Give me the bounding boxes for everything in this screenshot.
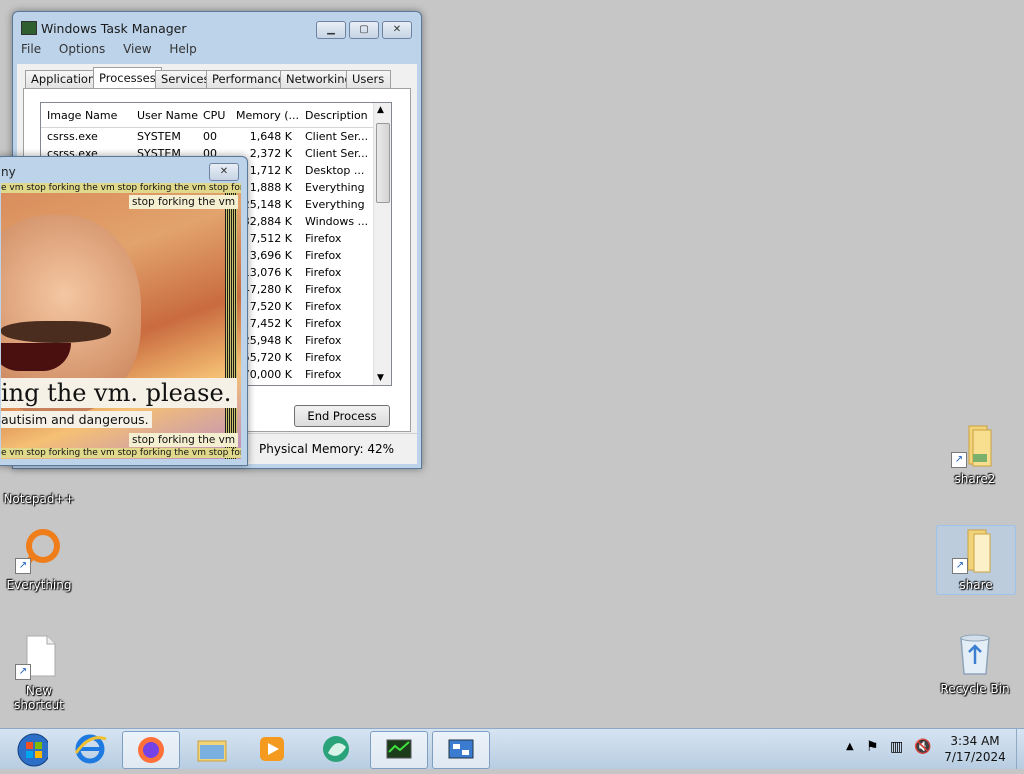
- action-center-flag-icon[interactable]: ⚑: [866, 739, 879, 755]
- column-cpu[interactable]: CPU: [203, 109, 231, 122]
- column-description[interactable]: Description: [305, 109, 371, 122]
- table-row[interactable]: csrss.exe SYSTEM 00 1,648 K Client Ser...: [41, 128, 374, 145]
- menu-file[interactable]: File: [21, 42, 41, 56]
- tab-networking[interactable]: Networking: [280, 70, 352, 89]
- desktop-icon-everything[interactable]: ↗ Everything: [0, 526, 78, 592]
- desktop-icon-label: New shortcut: [14, 684, 64, 712]
- cell-desc: Firefox: [305, 283, 342, 296]
- folder-icon: ↗: [951, 420, 999, 468]
- desktop-icon-label: Everything: [6, 578, 72, 592]
- desktop-icon-label: share: [959, 578, 993, 592]
- task-manager-app-icon: [21, 21, 37, 35]
- network-tray-icon[interactable]: ▥: [890, 739, 903, 755]
- desktop-icon-recycle-bin[interactable]: Recycle Bin: [936, 630, 1014, 696]
- shortcut-arrow-icon: ↗: [952, 558, 968, 574]
- tab-processes[interactable]: Processes: [93, 67, 162, 89]
- cell-desc: Firefox: [305, 317, 342, 330]
- scroll-down-arrow-icon[interactable]: ▼: [377, 373, 384, 383]
- tab-users[interactable]: Users: [346, 70, 391, 89]
- blank-file-icon: ↗: [15, 632, 63, 680]
- cell-desc: Firefox: [305, 334, 342, 347]
- desktop-icon-share2[interactable]: ↗ share2: [936, 420, 1014, 486]
- show-desktop-button[interactable]: [1016, 729, 1024, 769]
- desktop-icon-new-shortcut[interactable]: ↗ New shortcut: [0, 632, 78, 712]
- meme-popup-window[interactable]: ny ✕ e vm stop forking the vm stop forki…: [0, 156, 248, 466]
- sub-caption: autisim and dangerous.: [1, 411, 152, 428]
- menu-options[interactable]: Options: [59, 42, 105, 56]
- show-hidden-icons-chevron-icon[interactable]: ▲: [846, 741, 854, 752]
- shortcut-arrow-icon: ↗: [951, 452, 967, 468]
- recycle-bin-icon: [951, 630, 999, 678]
- cell-desc: Desktop ...: [305, 164, 365, 177]
- status-physical-memory: Physical Memory: 42%: [259, 442, 395, 456]
- folder-icon: ↗: [952, 526, 1000, 574]
- popup-close-button[interactable]: ✕: [209, 163, 239, 181]
- firefox-icon[interactable]: [122, 731, 180, 769]
- mustache: [1, 321, 111, 343]
- big-caption: ing the vm. please.: [1, 378, 238, 408]
- desktop-icon-label: Notepad++: [3, 492, 75, 506]
- cell-desc: Firefox: [305, 300, 342, 313]
- start-button[interactable]: [0, 731, 56, 767]
- tab-services[interactable]: Services: [155, 70, 210, 89]
- cell-name: csrss.exe: [47, 130, 98, 143]
- desktop-icon-label: Recycle Bin: [940, 682, 1010, 696]
- menu-view[interactable]: View: [123, 42, 151, 56]
- meme-image: e vm stop forking the vm stop forking th…: [1, 183, 241, 459]
- cell-desc: Firefox: [305, 249, 342, 262]
- minimize-button[interactable]: ▁: [316, 21, 346, 39]
- shortcut-arrow-icon: ↗: [15, 558, 31, 574]
- cell-user: SYSTEM: [137, 130, 181, 143]
- cell-desc: Firefox: [305, 351, 342, 364]
- ticker-top: e vm stop forking the vm stop forking th…: [1, 183, 241, 193]
- windows-orb-icon: [17, 733, 51, 767]
- shortcut-arrow-icon: ↗: [15, 664, 31, 680]
- cell-mem: 1,648 K: [249, 130, 292, 143]
- column-image-name[interactable]: Image Name: [47, 109, 133, 122]
- stripe-border: [231, 183, 237, 459]
- cell-cpu: 00: [203, 130, 217, 143]
- caption-top: stop forking the vm: [129, 195, 239, 209]
- ticker-bottom: e vm stop forking the vm stop forking th…: [1, 448, 241, 458]
- taskmgr-icon[interactable]: [370, 731, 428, 769]
- clock[interactable]: 3:34 AM 7/17/2024: [940, 733, 1010, 765]
- menu-bar: File Options View Help: [21, 42, 211, 60]
- explorer-icon[interactable]: [184, 731, 240, 767]
- desktop-icon-label: share2: [954, 472, 996, 486]
- caption-bottom: stop forking the vm: [129, 433, 239, 447]
- network-icon[interactable]: [432, 731, 490, 769]
- taskbar: ▲ ⚑ ▥ 🔇 3:34 AM 7/17/2024: [0, 728, 1024, 769]
- clock-time: 3:34 AM: [950, 734, 1000, 748]
- column-memory[interactable]: Memory (...: [236, 109, 300, 122]
- desktop-icon-share[interactable]: ↗ share: [936, 525, 1016, 595]
- ie-icon[interactable]: [62, 731, 118, 767]
- maximize-button[interactable]: ▢: [349, 21, 379, 39]
- vertical-scrollbar[interactable]: ▲ ▼: [373, 103, 391, 385]
- window-title: Windows Task Manager: [41, 21, 187, 36]
- cell-desc: Firefox: [305, 232, 342, 245]
- cell-desc: Firefox: [305, 368, 342, 381]
- volume-muted-icon[interactable]: 🔇: [914, 739, 931, 755]
- app-icon[interactable]: [308, 731, 364, 767]
- cell-desc: Windows ...: [305, 215, 369, 228]
- close-button[interactable]: ✕: [382, 21, 412, 39]
- cell-desc: Client Ser...: [305, 147, 369, 160]
- cell-desc: Everything: [305, 198, 365, 211]
- list-header: Image Name User Name CPU Memory (... Des…: [41, 103, 374, 128]
- cell-desc: Everything: [305, 181, 365, 194]
- media-player-icon[interactable]: [244, 731, 300, 767]
- title-bar[interactable]: Windows Task Manager ▁ ▢ ✕: [13, 12, 421, 40]
- scroll-up-arrow-icon[interactable]: ▲: [377, 105, 384, 115]
- tab-performance[interactable]: Performance: [206, 70, 285, 89]
- tab-applications[interactable]: Applications: [25, 70, 101, 89]
- menu-help[interactable]: Help: [169, 42, 196, 56]
- end-process-button[interactable]: End Process: [294, 405, 390, 427]
- scroll-thumb[interactable]: [376, 123, 390, 203]
- popup-title: ny: [1, 165, 16, 179]
- everything-icon: ↗: [15, 526, 63, 574]
- column-user-name[interactable]: User Name: [137, 109, 201, 122]
- clock-date: 7/17/2024: [944, 750, 1006, 764]
- cell-desc: Firefox: [305, 266, 342, 279]
- cell-desc: Client Ser...: [305, 130, 369, 143]
